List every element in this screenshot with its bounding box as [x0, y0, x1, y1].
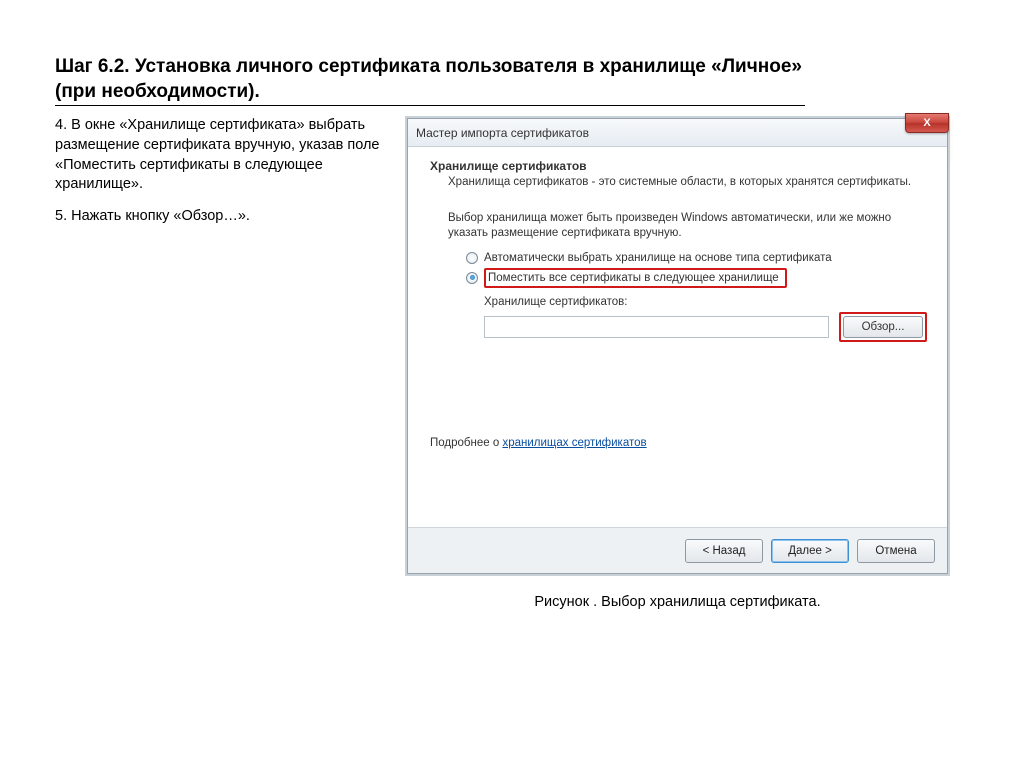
- highlight-box: Поместить все сертификаты в следующее хр…: [484, 268, 787, 288]
- next-button[interactable]: Далее >: [771, 539, 849, 563]
- cancel-button[interactable]: Отмена: [857, 539, 935, 563]
- radio-manual-row[interactable]: Поместить все сертификаты в следующее хр…: [466, 268, 927, 288]
- choice-intro: Выбор хранилища может быть произведен Wi…: [448, 211, 927, 242]
- store-label: Хранилище сертификатов:: [484, 296, 927, 308]
- titlebar: Мастер импорта сертификатов X: [408, 119, 947, 147]
- section-description: Хранилища сертификатов - это системные о…: [448, 175, 927, 191]
- section-title: Хранилище сертификатов: [430, 159, 927, 173]
- store-input[interactable]: [484, 316, 829, 338]
- radio-icon: [466, 252, 478, 264]
- instruction-step-5: 5. Нажать кнопку «Обзор…».: [55, 207, 390, 227]
- radio-auto-label: Автоматически выбрать хранилище на основ…: [484, 252, 832, 264]
- close-icon: X: [923, 118, 930, 129]
- wizard-window: Мастер импорта сертификатов X Хранилище …: [407, 118, 948, 574]
- radio-auto-row[interactable]: Автоматически выбрать хранилище на основ…: [466, 252, 927, 264]
- radio-icon: [466, 272, 478, 284]
- window-title: Мастер импорта сертификатов: [416, 126, 589, 140]
- browse-button[interactable]: Обзор...: [843, 316, 923, 338]
- instruction-step-4: 4. В окне «Хранилище сертификата» выбрат…: [55, 116, 390, 194]
- learn-more-link[interactable]: хранилищах сертификатов: [502, 437, 646, 449]
- highlight-box: Обзор...: [839, 312, 927, 342]
- figure-caption: Рисунок . Выбор хранилища сертификата.: [405, 594, 950, 610]
- learn-more-prefix: Подробнее о: [430, 437, 502, 449]
- radio-manual-label: Поместить все сертификаты в следующее хр…: [488, 272, 779, 284]
- button-bar: < Назад Далее > Отмена: [408, 527, 947, 573]
- page-heading: Шаг 6.2. Установка личного сертификата п…: [55, 55, 805, 106]
- learn-more: Подробнее о хранилищах сертификатов: [430, 437, 927, 449]
- close-button[interactable]: X: [905, 113, 949, 133]
- back-button[interactable]: < Назад: [685, 539, 763, 563]
